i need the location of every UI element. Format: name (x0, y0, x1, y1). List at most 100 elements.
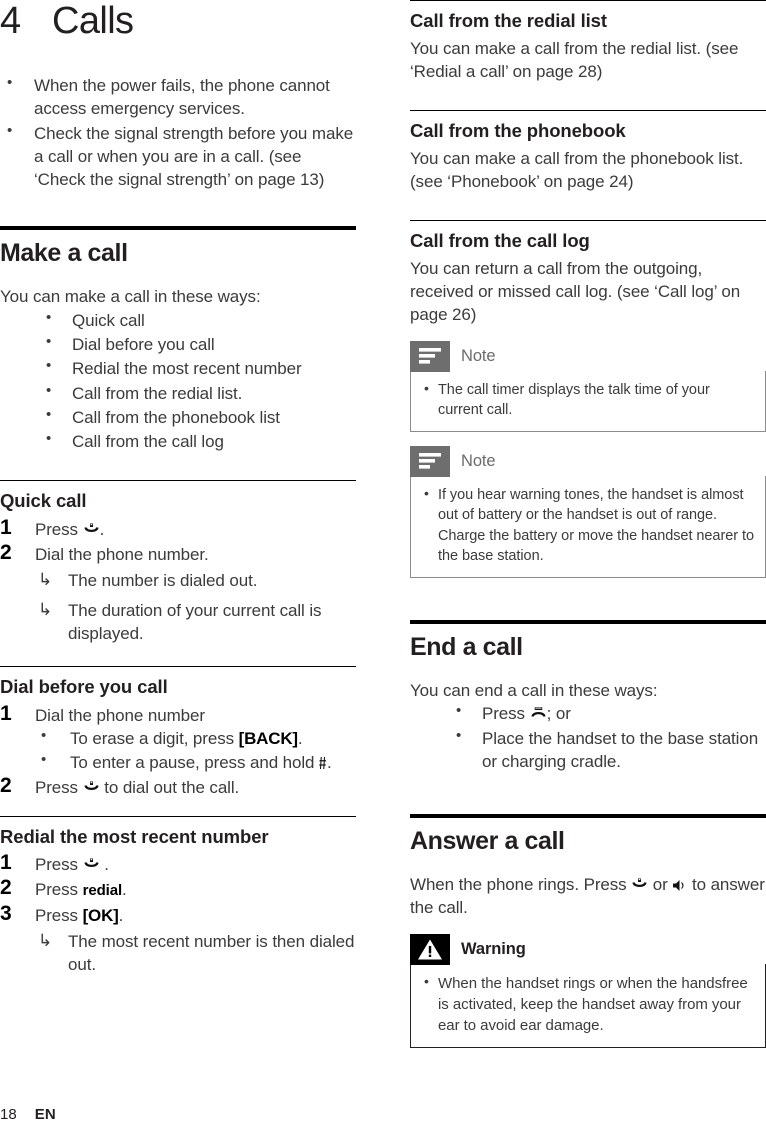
step-number: 3 (0, 901, 12, 925)
make-a-call-ways: Quick call Dial before you call Redial t… (0, 308, 356, 454)
list-item: Call from the call log (0, 429, 356, 453)
step-results: The most recent number is then dialed ou… (35, 930, 356, 977)
result-item: The duration of your current call is dis… (35, 599, 356, 646)
speakerphone-icon (672, 879, 687, 892)
subsection-quick-call-title: Quick call (0, 490, 87, 512)
list-item: Quick call (0, 308, 356, 332)
list-item: When the handset rings or when the hands… (421, 972, 755, 1037)
step-item: 3 Press [OK]. The most recent number is … (0, 901, 356, 977)
page-title: Make a call (0, 239, 128, 268)
manual-page: 4 Calls When the power fails, the phone … (0, 0, 766, 1131)
step-item: 2 Press to dial out the call. (0, 774, 356, 799)
callout-list: If you hear warning tones, the handset i… (421, 484, 755, 567)
note-lines-icon (410, 340, 450, 372)
dial-before-steps: 1 Dial the phone number To erase a digit… (0, 702, 356, 800)
callout-body: The call timer displays the talk time of… (410, 370, 766, 432)
pause-key-icon (319, 756, 327, 770)
callout-label: Warning (461, 939, 526, 958)
section-rule-thick (410, 814, 766, 819)
step-number: 2 (0, 876, 12, 900)
list-item: Check the signal strength before you mak… (0, 121, 356, 192)
list-item: To erase a digit, press [BACK]. (0, 726, 356, 750)
list-item: Call from the redial list. (0, 381, 356, 405)
callout-list: The call timer displays the talk time of… (421, 379, 755, 421)
list-item: Call from the phonebook list (0, 405, 356, 429)
redial-recent-steps: 1 Press . 2 Press redial. 3 Press [OK]. … (0, 850, 356, 977)
step-text: Press redial. (35, 878, 356, 902)
step-number: 2 (0, 774, 12, 798)
page-footer: 18 EN (0, 1106, 56, 1123)
quick-call-steps: 1 Press . 2 Dial the phone number. The n… (0, 515, 356, 646)
callout-header: Note (410, 445, 766, 477)
subsection-call-log-title: Call from the call log (410, 229, 590, 251)
step-text-part: . (122, 880, 127, 900)
list-item: Dial before you call (0, 332, 356, 356)
subsection-dial-before-title: Dial before you call (0, 676, 168, 698)
callout-label: Note (461, 346, 496, 365)
step-item: 1 Press . (0, 850, 356, 876)
step-text-part: Press (35, 854, 78, 874)
callout-header: Note (410, 340, 766, 372)
talk-key-icon (631, 878, 648, 892)
result-item: The most recent number is then dialed ou… (35, 930, 356, 977)
make-a-call-intro: You can make a call in these ways: (0, 287, 261, 307)
warning-callout: Warning When the handset rings or when t… (410, 933, 766, 1048)
list-item: Press ; or (410, 701, 766, 725)
note-callout-1: Note The call timer displays the talk ti… (410, 340, 766, 432)
step-results: The number is dialed out. The duration o… (35, 569, 356, 646)
answer-a-call-title: Answer a call (410, 827, 565, 856)
chapter-heading: 4 Calls (0, 0, 356, 40)
way-text-part: ; or (546, 704, 571, 724)
step-text: Press . (35, 853, 356, 876)
right-column: Call from the redial list You can make a… (410, 0, 766, 1048)
redial-softkey-label: redial (82, 882, 123, 900)
step-text: Dial the phone number. (35, 544, 209, 564)
step-number: 1 (0, 850, 12, 874)
phonebook-body: You can make a call from the phonebook l… (410, 148, 744, 192)
answer-a-call-body: When the phone rings. Press or to answer… (410, 873, 766, 920)
answer-text-part: When the phone rings. Press (410, 875, 627, 895)
note-lines-icon (410, 445, 450, 477)
callout-body: If you hear warning tones, the handset i… (410, 475, 766, 578)
step-text: Press to dial out the call. (35, 776, 356, 799)
callout-label: Note (461, 451, 496, 470)
step-text: Press [OK]. (35, 904, 356, 927)
section-rule-thin (410, 0, 766, 1)
back-key-label: [BACK] (238, 728, 298, 748)
section-rule-thin (0, 666, 356, 668)
talk-key-icon (83, 523, 100, 537)
section-rule-thick (0, 226, 356, 231)
step-text-part: . (99, 519, 105, 539)
chapter-title: Calls (52, 0, 134, 42)
end-a-call-title: End a call (410, 633, 523, 661)
left-column: 4 Calls When the power fails, the phone … (0, 0, 356, 984)
sub-text-part: . (297, 728, 303, 748)
step-text-part: Press (35, 778, 78, 798)
dial-before-substeps: To erase a digit, press [BACK]. To enter… (0, 726, 356, 775)
step-number: 1 (0, 515, 12, 539)
way-text-part: Press (482, 704, 525, 724)
section-rule-thin (0, 480, 356, 482)
section-rule-thin (410, 109, 766, 111)
subsection-phonebook-title: Call from the phonebook (410, 119, 626, 141)
sub-text-part: . (327, 753, 332, 773)
sub-text-part: To enter a pause, press and hold (70, 753, 315, 773)
subsection-redial-recent-title: Redial the most recent number (0, 825, 269, 847)
section-rule-thin (410, 219, 766, 221)
list-item: Place the handset to the base station or… (410, 726, 766, 774)
answer-text-part: or (652, 875, 668, 895)
warning-triangle-icon (410, 933, 450, 965)
list-item: The call timer displays the talk time of… (421, 379, 755, 421)
step-number: 2 (0, 540, 12, 564)
step-text-part: Press (35, 880, 78, 900)
sub-text-part: To erase a digit, press (70, 728, 235, 748)
step-item: 2 Dial the phone number. The number is d… (0, 540, 356, 646)
step-text-part: . (104, 854, 109, 874)
step-text-part: Press (35, 905, 78, 925)
result-item: The number is dialed out. (35, 569, 356, 593)
ok-key-label: [OK] (82, 905, 119, 925)
end-a-call-intro: You can end a call in these ways: (410, 681, 658, 700)
end-key-icon (530, 707, 547, 721)
note-callout-2: Note If you hear warning tones, the hand… (410, 445, 766, 578)
list-item: Redial the most recent number (0, 356, 356, 380)
